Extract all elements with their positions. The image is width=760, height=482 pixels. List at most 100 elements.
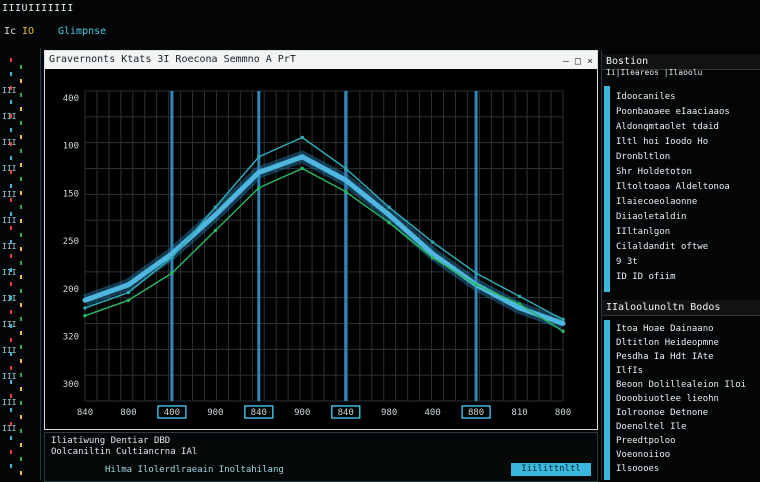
right-panel-item[interactable]: Dltitlon Heideopmne xyxy=(616,338,719,348)
status-panel: Iliatiwung Dentiar DBD Oolcaniltin Culti… xyxy=(44,432,598,482)
right-panel-item[interactable]: Ilaiecoeolaonne xyxy=(616,197,697,207)
data-point xyxy=(343,177,349,183)
status-line-2: Oolcaniltin Cultiancrna IAl xyxy=(51,447,198,457)
right-panel-item[interactable]: Voeonoiioo xyxy=(616,450,670,460)
y-tick-label: 100 xyxy=(63,142,79,152)
data-point xyxy=(430,240,435,244)
toolbar-item-glimpse[interactable]: Glimpnse xyxy=(58,26,106,37)
right-panel-item[interactable]: Pesdha Ia Hdt IAte xyxy=(616,352,714,362)
log-marker xyxy=(20,387,22,391)
right-panel-item[interactable]: Idoocaniles xyxy=(616,92,676,102)
right-panel-item[interactable]: Itoa Hoae Dainaano xyxy=(616,324,714,334)
data-point xyxy=(126,290,131,295)
right-panel-item[interactable]: Ilsoooes xyxy=(616,464,659,474)
log-marker xyxy=(20,345,22,349)
log-marker xyxy=(10,100,12,104)
y-tick-label: 400 xyxy=(63,94,79,104)
status-line-1: Iliatiwung Dentiar DBD xyxy=(51,436,171,446)
log-marker xyxy=(10,324,12,328)
right-panel-section-2-header: IIaloolunoltn Bodos xyxy=(602,300,760,316)
log-marker xyxy=(10,296,12,300)
data-point xyxy=(517,305,523,311)
log-marker xyxy=(20,261,22,265)
x-tick-label: 800 xyxy=(120,408,136,418)
log-marker xyxy=(20,107,22,111)
log-marker xyxy=(20,303,22,307)
log-marker xyxy=(20,177,22,181)
chart-window: Gravernonts Ktats 3I Roecona Semmno A Pr… xyxy=(44,50,598,430)
right-panel-item[interactable]: IIltanlgon xyxy=(616,227,670,237)
right-panel-item[interactable]: Aldonqmtaolet tdaid xyxy=(616,122,719,132)
app-title: IIIUIIIIIII xyxy=(2,3,74,14)
data-point xyxy=(561,329,565,334)
data-point xyxy=(387,220,391,225)
log-marker xyxy=(10,254,12,258)
data-point xyxy=(125,282,131,288)
right-panel-item[interactable]: Poonbaoaee eIaaciaaos xyxy=(616,107,730,117)
right-panel-item[interactable]: ID ID ofiim xyxy=(616,272,676,282)
log-marker xyxy=(20,93,22,97)
right-panel-item[interactable]: Iolroonoe Detnone xyxy=(616,408,708,418)
chart-canvas: 400 100 150 250 200 320 300 840 800 400 900 840 900 8… xyxy=(63,90,571,419)
data-point xyxy=(561,317,565,322)
log-marker xyxy=(20,79,22,83)
log-marker xyxy=(10,436,12,440)
toolbar-item-io[interactable]: IO xyxy=(22,26,34,37)
data-point xyxy=(126,298,131,303)
chart-window-titlebar[interactable]: Gravernonts Ktats 3I Roecona Semmno A Pr… xyxy=(45,51,597,69)
log-marker xyxy=(20,121,22,125)
section-2-scrollbar[interactable] xyxy=(604,320,610,480)
data-point xyxy=(343,189,348,194)
run-button[interactable]: Iiilittnltl xyxy=(511,463,591,476)
data-point xyxy=(300,166,305,171)
log-marker xyxy=(10,450,12,454)
maximize-icon[interactable]: □ xyxy=(575,56,581,67)
log-marker xyxy=(10,184,12,188)
log-marker xyxy=(10,380,12,384)
right-panel-item[interactable]: Diiaoletaldin xyxy=(616,212,686,222)
right-panel: Bostion Ii|Ileareos |Ilaoolu Idoocaniles… xyxy=(601,50,760,480)
right-panel-item[interactable]: Iltl hoi Ioodo Ho xyxy=(616,137,708,147)
right-panel-item[interactable]: Dooobiuotlee lieohn xyxy=(616,394,719,404)
toolbar-item-ic[interactable]: Ic xyxy=(4,26,16,37)
log-marker xyxy=(20,205,22,209)
log-marker xyxy=(10,170,12,174)
right-panel-item[interactable]: Preedtpoloo xyxy=(616,436,676,446)
data-point xyxy=(299,154,305,160)
right-panel-item[interactable]: IlfIs xyxy=(616,366,643,376)
right-panel-item[interactable]: Cilaldandit oftwe xyxy=(616,242,708,252)
chart-window-title: Gravernonts Ktats 3I Roecona Semmno A Pr… xyxy=(49,54,296,65)
y-tick-label: 320 xyxy=(63,332,79,342)
x-tick-label: 840 xyxy=(77,408,93,418)
right-panel-item[interactable]: Doenoltel Ile xyxy=(616,422,686,432)
y-tick-label: 200 xyxy=(63,285,79,295)
window-controls: — □ × xyxy=(563,53,593,71)
x-tick-label: 400 xyxy=(425,408,441,418)
command-input[interactable]: Hilma Ilolerdlraeain Inoltahilang xyxy=(105,465,325,477)
data-point xyxy=(300,135,305,140)
right-panel-item[interactable]: Shr Holdetoton xyxy=(616,167,692,177)
right-panel-item[interactable]: Beoon Dolillealeion Iloi xyxy=(616,380,746,390)
x-tick-label: 800 xyxy=(555,408,571,418)
right-panel-item[interactable]: Iltoltoaoa Aldeltonoa xyxy=(616,182,730,192)
data-point xyxy=(256,169,262,175)
log-marker xyxy=(20,457,22,461)
log-marker xyxy=(20,331,22,335)
log-marker xyxy=(20,415,22,419)
close-icon[interactable]: × xyxy=(587,56,593,67)
log-marker xyxy=(20,149,22,153)
x-tick-label: 980 xyxy=(381,408,397,418)
data-point xyxy=(517,294,522,299)
right-panel-item[interactable]: 9 3t xyxy=(616,257,638,267)
x-tick-label: 900 xyxy=(294,408,310,418)
minimize-icon[interactable]: — xyxy=(563,56,569,67)
log-marker xyxy=(10,464,12,468)
right-panel-tabs[interactable]: Ii|Ileareos |Ilaoolu xyxy=(602,68,760,77)
log-marker xyxy=(20,443,22,447)
section-1-scrollbar[interactable] xyxy=(604,86,610,292)
log-marker xyxy=(10,156,12,160)
log-marker xyxy=(20,233,22,237)
right-panel-item[interactable]: Dronbltlon xyxy=(616,152,670,162)
data-point xyxy=(474,282,478,287)
data-point xyxy=(560,321,566,326)
